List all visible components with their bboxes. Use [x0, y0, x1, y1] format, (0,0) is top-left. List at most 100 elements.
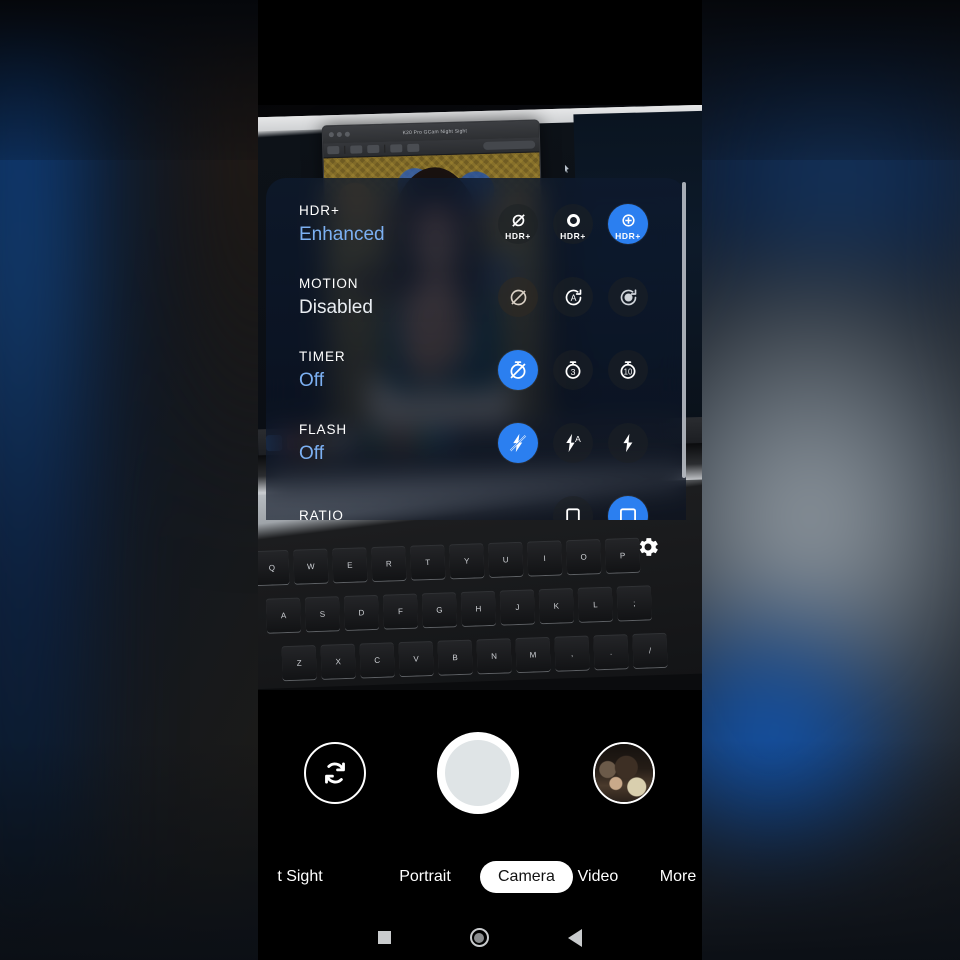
window-close-icon: [328, 132, 334, 138]
setting-row-timer[interactable]: TIMER Off 3 10: [266, 334, 686, 406]
setting-options-flash: A: [498, 423, 648, 463]
setting-text-ratio: RATIO: [266, 506, 498, 520]
setting-text-hdr: HDR+ Enhanced: [266, 201, 498, 248]
keyboard-key: G: [421, 592, 457, 628]
keyboard-key: E: [332, 547, 368, 583]
hdr-off-caption: HDR+: [505, 231, 531, 241]
keyboard-key: S: [304, 596, 341, 632]
svg-text:A: A: [570, 293, 576, 303]
preview-search-field: [483, 140, 536, 150]
keyboard-key: /: [632, 632, 668, 668]
keyboard-key: W: [293, 548, 329, 584]
setting-value: Enhanced: [299, 223, 385, 245]
hdr-on-icon[interactable]: HDR+: [553, 204, 593, 244]
share-icon: [390, 144, 403, 153]
hdr-enhanced-caption: HDR+: [615, 231, 641, 241]
camera-settings-panel[interactable]: HDR+ Enhanced HDR+ HDR+ HDR+ MOTION Disa…: [266, 178, 686, 520]
mode-night-sight[interactable]: t Sight: [258, 868, 360, 886]
viewfinder-bottom-edge: [258, 690, 702, 700]
keyboard-key: L: [577, 586, 613, 622]
toolbar-divider: [344, 145, 346, 154]
motion-auto-icon[interactable]: A: [553, 277, 593, 317]
nav-back-button[interactable]: [568, 928, 583, 947]
timer-off-icon[interactable]: [498, 350, 538, 390]
setting-value: Disabled: [299, 296, 373, 318]
setting-label: HDR+: [299, 202, 340, 218]
setting-label: MOTION: [299, 275, 359, 291]
zoom-in-icon: [367, 144, 380, 154]
flip-camera-icon[interactable]: [304, 742, 366, 804]
keyboard-key: H: [460, 590, 496, 626]
setting-row-motion[interactable]: MOTION Disabled A: [266, 261, 686, 333]
keyboard-key: I: [527, 540, 563, 576]
setting-options-timer: 3 10: [498, 350, 648, 390]
keyboard-key: .: [593, 634, 629, 670]
keyboard-key: T: [410, 544, 446, 580]
nav-home-inner: [474, 932, 485, 943]
setting-options-hdr: HDR+ HDR+ HDR+: [498, 204, 648, 244]
hdr-off-icon[interactable]: HDR+: [498, 204, 538, 244]
setting-value: Off: [299, 369, 324, 391]
mode-selector: t Sight Portrait Camera Video More: [258, 857, 702, 897]
mode-more[interactable]: More: [638, 868, 702, 886]
keyboard-key: J: [499, 589, 535, 625]
keyboard-row: A S D F G H J K L;: [265, 585, 652, 633]
setting-label: FLASH: [299, 421, 348, 437]
nav-recents-button[interactable]: [377, 931, 391, 944]
android-navigation-bar: [258, 915, 702, 960]
ratio-16-9-icon[interactable]: [608, 496, 648, 520]
setting-row-flash[interactable]: FLASH Off A: [266, 407, 686, 479]
flash-auto-icon[interactable]: A: [553, 423, 593, 463]
flash-off-icon[interactable]: [498, 423, 538, 463]
timer-3s-icon[interactable]: 3: [553, 350, 593, 390]
keyboard-key: X: [320, 643, 356, 679]
flash-on-icon[interactable]: [608, 423, 648, 463]
mouse-cursor-icon: [565, 165, 569, 173]
gear-icon[interactable]: [628, 527, 668, 567]
shutter-inner: [445, 740, 511, 806]
nav-home-button[interactable]: [469, 928, 489, 947]
phone-screenshot: K20 Pro GCam Night Sight Q W E R T Y U I…: [258, 0, 702, 960]
motion-off-icon[interactable]: [498, 277, 538, 317]
window-minimize-icon: [336, 131, 342, 138]
setting-options-ratio: [553, 496, 648, 520]
hdr-enhanced-icon[interactable]: HDR+: [608, 204, 648, 244]
keyboard-key: D: [343, 594, 380, 631]
motion-on-icon[interactable]: [608, 277, 648, 317]
timer-3s-label: 3: [571, 367, 576, 377]
screenshot-root: K20 Pro GCam Night Sight Q W E R T Y U I…: [0, 0, 960, 960]
mode-video[interactable]: Video: [558, 868, 638, 886]
setting-value: Off: [299, 442, 324, 464]
shutter-button[interactable]: [437, 732, 519, 814]
keyboard-row: Z X C V B N M,. /: [281, 632, 668, 681]
sidebar-toggle-icon: [327, 145, 340, 155]
keyboard-key: Y: [449, 543, 485, 579]
mode-portrait[interactable]: Portrait: [370, 868, 480, 886]
keyboard-key: Z: [281, 645, 317, 681]
keyboard-key: ,: [554, 635, 590, 671]
keyboard-key: C: [359, 642, 395, 678]
setting-row-hdr[interactable]: HDR+ Enhanced HDR+ HDR+ HDR+: [266, 188, 686, 260]
keyboard-key: O: [566, 539, 602, 575]
keyboard-key: V: [398, 640, 434, 677]
setting-row-ratio[interactable]: RATIO: [266, 480, 686, 520]
keyboard-key: N: [476, 638, 512, 674]
top-black-bar: [258, 0, 702, 105]
keyboard-key: K: [538, 588, 574, 624]
bottom-controls: t Sight Portrait Camera Video More: [258, 700, 702, 960]
keyboard-key: M: [515, 636, 551, 673]
hdr-on-caption: HDR+: [560, 231, 586, 241]
keyboard-key: Q: [258, 549, 290, 586]
markup-icon: [407, 143, 420, 153]
setting-label: RATIO: [299, 507, 344, 520]
keyboard-row: QWERTYUIOP: [258, 537, 641, 586]
timer-10s-icon[interactable]: 10: [608, 350, 648, 390]
settings-scrollbar[interactable]: [682, 182, 686, 478]
flash-auto-label: A: [575, 434, 581, 444]
setting-options-motion: A: [498, 277, 648, 317]
gallery-thumbnail[interactable]: [593, 742, 655, 804]
preview-window-title: K20 Pro GCam Night Sight: [402, 127, 468, 136]
setting-label: TIMER: [299, 348, 346, 364]
ratio-4-3-icon[interactable]: [553, 496, 593, 520]
keyboard-key: ;: [616, 585, 652, 621]
